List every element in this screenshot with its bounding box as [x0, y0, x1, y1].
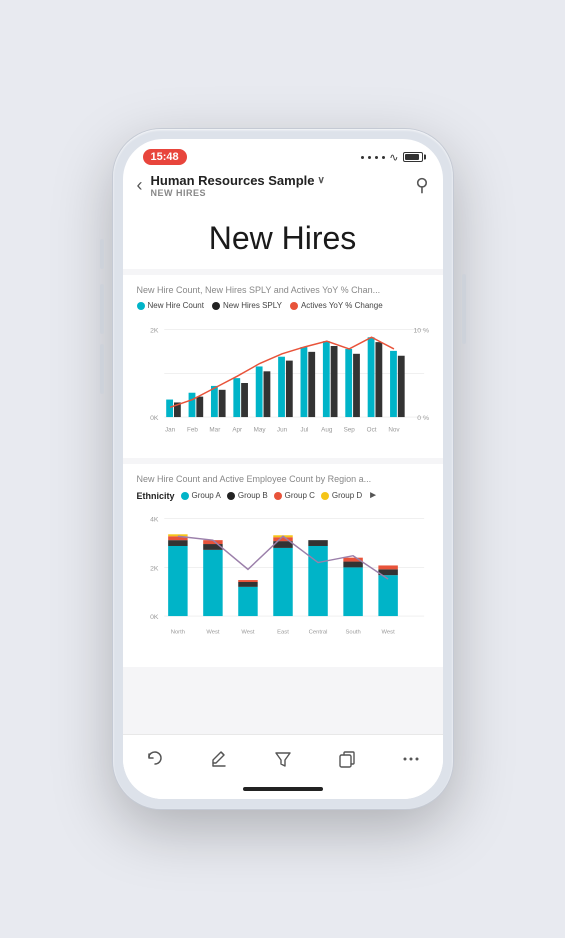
signal-dot-1 [361, 156, 364, 159]
undo-icon [145, 749, 165, 769]
svg-text:North: North [170, 630, 184, 636]
svg-text:Apr: Apr [232, 427, 242, 434]
legend-new-hires-sply: New Hires SPLY [212, 301, 282, 310]
svg-text:Feb: Feb [187, 427, 198, 434]
filter-button[interactable] [263, 745, 303, 773]
svg-text:0 %: 0 % [417, 415, 429, 422]
svg-text:0K: 0K [150, 614, 159, 621]
svg-text:West: West [206, 630, 220, 636]
svg-text:2K: 2K [150, 565, 159, 572]
page-title-section: New Hires [123, 204, 443, 269]
nav-title-group: Human Resources Sample ∨ NEW HIRES [151, 173, 416, 198]
more-button[interactable] [391, 745, 431, 773]
legend-dot-a [181, 492, 189, 500]
svg-text:South: South [345, 630, 360, 636]
legend-actives-yoy: Actives YoY % Change [290, 301, 383, 310]
svg-text:0K: 0K [150, 415, 159, 422]
signal-dot-2 [368, 156, 371, 159]
edit-button[interactable] [199, 745, 239, 773]
legend-dot-d [321, 492, 329, 500]
undo-button[interactable] [135, 745, 175, 773]
legend-label-b: Group B [238, 491, 268, 500]
legend-dot-yoy [290, 302, 298, 310]
svg-text:May: May [253, 427, 266, 434]
legend-label-new-hire: New Hire Count [148, 301, 204, 310]
legend-group-c: Group C [274, 491, 315, 500]
svg-text:West: West [381, 630, 395, 636]
search-button[interactable]: ⚲ [415, 175, 428, 196]
legend-new-hire-count: New Hire Count [137, 301, 204, 310]
nav-title: Human Resources Sample ∨ [151, 173, 416, 188]
chart-1-legend: New Hire Count New Hires SPLY Actives Yo… [137, 301, 429, 310]
chart-2-title: New Hire Count and Active Employee Count… [137, 474, 429, 484]
chart-1-svg: 2K 0K 10 % 0 % [137, 318, 429, 448]
nav-title-text: Human Resources Sample [151, 173, 315, 188]
signal-dot-3 [375, 156, 378, 159]
legend-label-sply: New Hires SPLY [223, 301, 282, 310]
phone-frame: 15:48 ∿ ‹ Human Resources Sample ∨ NEW [113, 129, 453, 809]
legend-dot-b [227, 492, 235, 500]
svg-text:East: East [277, 630, 289, 636]
svg-text:10 %: 10 % [413, 327, 429, 334]
copy-button[interactable] [327, 745, 367, 773]
nav-bar: ‹ Human Resources Sample ∨ NEW HIRES ⚲ [123, 169, 443, 204]
chart-2-nav-arrow[interactable]: ► [368, 490, 378, 501]
svg-text:Aug: Aug [321, 427, 333, 434]
copy-icon [337, 749, 357, 769]
home-indicator [123, 781, 443, 799]
legend-label-d: Group D [332, 491, 362, 500]
legend-dot-c [274, 492, 282, 500]
volume-up-button[interactable] [100, 284, 104, 334]
power-button[interactable] [462, 274, 466, 344]
svg-text:4K: 4K [150, 517, 159, 524]
legend-label-c: Group C [285, 491, 315, 500]
status-bar: 15:48 ∿ [123, 139, 443, 169]
back-button[interactable]: ‹ [137, 175, 143, 196]
svg-text:West: West [241, 630, 255, 636]
edit-icon [209, 749, 229, 769]
battery-icon [403, 152, 423, 162]
chart-2-svg: 4K 2K 0K [137, 507, 429, 657]
legend-group-d: Group D [321, 491, 362, 500]
legend-label-yoy: Actives YoY % Change [301, 301, 383, 310]
bottom-toolbar [123, 734, 443, 781]
ethnicity-label: Ethnicity [137, 491, 175, 501]
legend-dot-sply [212, 302, 220, 310]
svg-text:Jul: Jul [300, 427, 308, 434]
svg-text:Central: Central [308, 630, 327, 636]
chart-1-area: 2K 0K 10 % 0 % [137, 318, 429, 448]
more-icon [401, 749, 421, 769]
chart-2-area: 4K 2K 0K [137, 507, 429, 657]
nav-chevron-icon[interactable]: ∨ [318, 175, 325, 186]
legend-group-a: Group A [181, 491, 221, 500]
legend-label-a: Group A [192, 491, 221, 500]
main-content: New Hires New Hire Count, New Hires SPLY… [123, 204, 443, 734]
home-bar [243, 787, 323, 791]
status-icons: ∿ [361, 151, 422, 164]
filter-icon [273, 749, 293, 769]
mute-button[interactable] [100, 239, 104, 269]
page-title: New Hires [143, 220, 423, 257]
ethnicity-row: Ethnicity Group A Group B Group C [137, 490, 429, 501]
signal-dot-4 [382, 156, 385, 159]
phone-screen: 15:48 ∿ ‹ Human Resources Sample ∨ NEW [123, 139, 443, 799]
svg-text:Sep: Sep [343, 427, 355, 434]
wifi-icon: ∿ [389, 151, 398, 164]
chart-1-title: New Hire Count, New Hires SPLY and Activ… [137, 285, 429, 295]
svg-text:Nov: Nov [388, 427, 400, 434]
svg-text:Jan: Jan [164, 427, 175, 434]
svg-text:Jun: Jun [276, 427, 287, 434]
svg-text:Oct: Oct [366, 427, 376, 434]
chart-2-card: New Hire Count and Active Employee Count… [123, 464, 443, 667]
volume-down-button[interactable] [100, 344, 104, 394]
nav-subtitle: NEW HIRES [151, 188, 416, 198]
status-time: 15:48 [143, 149, 187, 165]
svg-text:Mar: Mar [209, 427, 220, 434]
chart-1-card: New Hire Count, New Hires SPLY and Activ… [123, 275, 443, 458]
legend-dot-new-hire [137, 302, 145, 310]
svg-text:2K: 2K [150, 327, 159, 334]
legend-group-b: Group B [227, 491, 268, 500]
